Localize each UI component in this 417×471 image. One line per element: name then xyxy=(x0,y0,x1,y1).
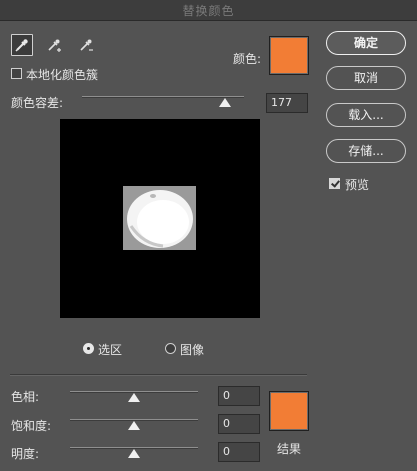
color-label: 颜色: xyxy=(233,52,262,66)
result-label: 结果 xyxy=(277,442,302,456)
fuzziness-label: 颜色容差: xyxy=(11,96,64,110)
eyedropper-tool[interactable] xyxy=(11,34,33,56)
saturation-slider-thumb[interactable] xyxy=(128,421,140,430)
eyedropper-subtract-tool[interactable] xyxy=(76,34,98,56)
load-button[interactable]: 载入... xyxy=(326,103,406,127)
fruit-mask-image xyxy=(123,186,196,250)
title-bar: 替换颜色 xyxy=(0,0,417,21)
fuzziness-input[interactable]: 177 xyxy=(266,93,308,113)
selection-preview xyxy=(60,119,260,318)
lightness-slider-thumb[interactable] xyxy=(128,449,140,458)
result-color-swatch[interactable] xyxy=(269,391,309,431)
section-divider xyxy=(10,374,307,376)
preview-label: 预览 xyxy=(345,178,370,192)
localized-clusters-label: 本地化颜色簇 xyxy=(26,68,99,82)
eyedropper-icon xyxy=(15,39,28,52)
hue-input[interactable]: 0 xyxy=(218,386,260,406)
lightness-label: 明度: xyxy=(11,447,40,461)
eyedropper-minus-icon xyxy=(80,39,93,51)
saturation-label: 饱和度: xyxy=(11,419,52,433)
selection-radio-label: 选区 xyxy=(98,343,123,357)
save-button[interactable]: 存储... xyxy=(326,139,406,163)
localized-clusters-checkbox[interactable] xyxy=(11,68,22,79)
image-radio-label: 图像 xyxy=(180,343,205,357)
ok-button[interactable]: 确定 xyxy=(326,31,406,55)
lightness-input[interactable]: 0 xyxy=(218,442,260,462)
eyedropper-add-tool[interactable] xyxy=(44,34,66,56)
hue-slider-thumb[interactable] xyxy=(128,393,140,402)
preview-checkbox[interactable] xyxy=(329,178,340,189)
window-title: 替换颜色 xyxy=(182,4,235,18)
selection-color-swatch[interactable] xyxy=(269,36,309,75)
preview-thumbnail xyxy=(123,186,196,250)
saturation-input[interactable]: 0 xyxy=(218,414,260,434)
fuzziness-slider-thumb[interactable] xyxy=(219,98,232,107)
cancel-button[interactable]: 取消 xyxy=(326,66,406,90)
eyedropper-plus-icon xyxy=(48,39,61,52)
selection-radio[interactable] xyxy=(83,343,94,354)
hue-label: 色相: xyxy=(11,390,40,404)
image-radio[interactable] xyxy=(165,343,176,354)
